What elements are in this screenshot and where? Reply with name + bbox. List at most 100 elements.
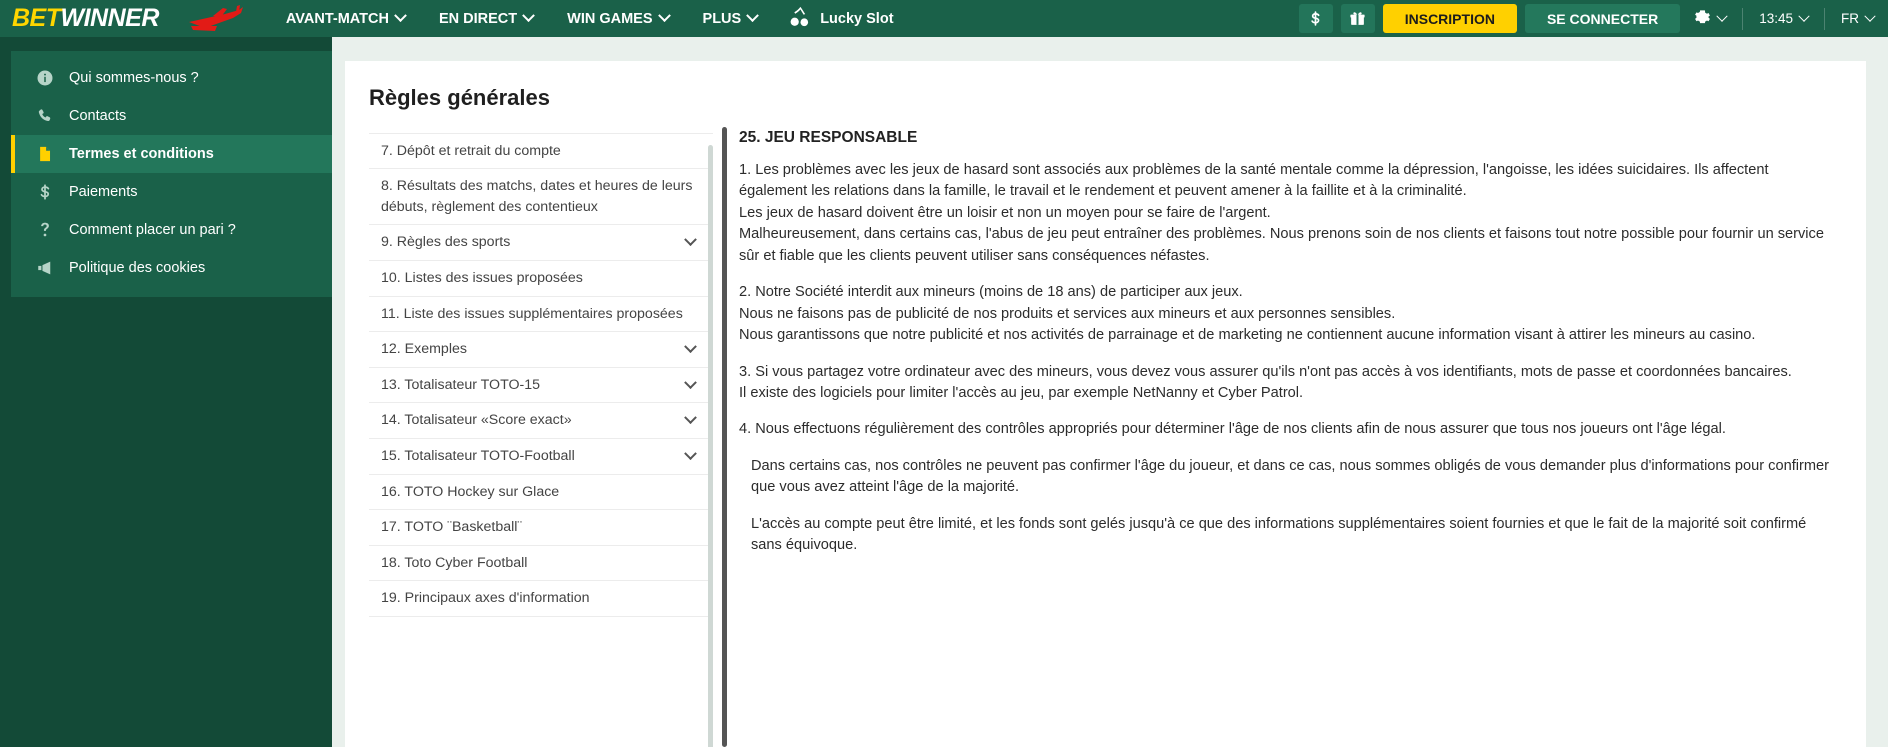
toc-item[interactable]: 16. TOTO Hockey sur Glace xyxy=(369,475,713,511)
toc-item-label: 8. Résultats des matchs, dates et heures… xyxy=(381,178,693,215)
nav-item-avant-match[interactable]: AVANT-MATCH xyxy=(269,0,422,37)
toc-item[interactable]: 14. Totalisateur «Score exact» xyxy=(369,403,713,439)
toc-item-label: 10. Listes des issues proposées xyxy=(381,269,583,286)
chevron-down-icon[interactable] xyxy=(684,340,697,353)
phone-icon xyxy=(35,107,54,126)
page-title: Règles générales xyxy=(369,85,550,110)
sidebar-item-label: Paiements xyxy=(69,184,138,200)
toc-item-label: 16. TOTO Hockey sur Glace xyxy=(381,483,560,500)
document-icon xyxy=(35,145,54,164)
chevron-down-icon xyxy=(746,9,760,23)
sidebar-item-label: Qui sommes-nous ? xyxy=(69,70,199,86)
site-logo[interactable]: BET WINNER xyxy=(0,4,159,33)
current-time: 13:45 xyxy=(1759,11,1793,26)
toc-item-label: 15. Totalisateur TOTO-Football xyxy=(381,447,575,464)
article-heading: 25. JEU RESPONSABLE xyxy=(739,129,918,146)
megaphone-icon xyxy=(35,259,54,278)
nav-item-en-direct[interactable]: EN DIRECT xyxy=(422,0,550,37)
nav-label: AVANT-MATCH xyxy=(285,10,389,27)
topbar-right-controls: INSCRIPTION SE CONNECTER 13:45 FR xyxy=(1298,0,1888,37)
article-content: 25. JEU RESPONSABLE 1. Les problèmes ave… xyxy=(735,123,1866,747)
deposit-button[interactable] xyxy=(1298,4,1333,33)
chevron-down-icon[interactable] xyxy=(684,447,697,460)
sidebar-item-about[interactable]: Qui sommes-nous ? xyxy=(11,59,332,97)
settings-menu[interactable] xyxy=(1680,0,1740,37)
toc-item-label: 17. TOTO ¨Basketball¨ xyxy=(381,519,523,536)
sidebar-item-label: Contacts xyxy=(69,108,127,124)
toc-scrollbar[interactable] xyxy=(708,145,713,747)
nav-label: EN DIRECT xyxy=(438,10,518,27)
article-paragraph: 3. Si vous partagez votre ordinateur ave… xyxy=(739,363,1792,401)
page-body: Qui sommes-nous ? Contacts Termes et con… xyxy=(0,37,1888,747)
sidebar-item-label: Politique des cookies xyxy=(69,260,206,276)
gear-icon xyxy=(1694,9,1711,29)
nav-item-win-games[interactable]: WIN GAMES xyxy=(550,0,685,37)
toc-item-label: 7. Dépôt et retrait du compte xyxy=(381,142,561,159)
nav-item-lucky-slot[interactable]: Lucky Slot xyxy=(774,0,907,37)
toc-item[interactable]: 8. Résultats des matchs, dates et heures… xyxy=(369,169,713,226)
toc-item[interactable]: 9. Règles des sports xyxy=(369,225,713,261)
cherries-icon xyxy=(788,5,811,32)
language-selector[interactable]: FR xyxy=(1827,0,1888,37)
chevron-down-icon xyxy=(522,9,536,23)
card-body: direct) 7. Dépôt et retrait du compte 8.… xyxy=(345,123,1866,747)
chevron-down-icon xyxy=(1864,10,1876,22)
toc-item[interactable]: 18. Toto Cyber Football xyxy=(369,546,713,582)
toc-item[interactable]: 12. Exemples xyxy=(369,332,713,368)
register-button[interactable]: INSCRIPTION xyxy=(1382,4,1517,33)
toc-item-label: 18. Toto Cyber Football xyxy=(381,554,528,571)
divider xyxy=(1742,7,1744,30)
toc-item[interactable]: 11. Liste des issues supplémentaires pro… xyxy=(369,297,713,333)
login-button[interactable]: SE CONNECTER xyxy=(1524,4,1681,33)
article-paragraph: L'accès au compte peut être limité, et l… xyxy=(751,515,1807,554)
toc-item-label: direct) xyxy=(381,123,695,126)
sidebar-item-payments[interactable]: Paiements xyxy=(11,173,332,211)
toc-item[interactable]: 15. Totalisateur TOTO-Football xyxy=(369,439,713,475)
toc-item[interactable]: 7. Dépôt et retrait du compte xyxy=(369,134,713,170)
content-area: Règles générales direct) 7. Dépôt et ret… xyxy=(332,37,1888,747)
logo-text-bet: BET xyxy=(12,4,61,32)
sidebar-item-label: Comment placer un pari ? xyxy=(69,222,236,238)
nav-label: WIN GAMES xyxy=(567,10,653,27)
chevron-down-icon xyxy=(1798,10,1810,22)
toc-item-label: 12. Exemples xyxy=(381,341,467,358)
lucky-slot-label: Lucky Slot xyxy=(820,10,894,27)
chevron-down-icon xyxy=(657,9,671,23)
toc-item[interactable]: 13. Totalisateur TOTO-15 xyxy=(369,368,713,404)
article-scrollbar[interactable] xyxy=(721,127,727,747)
chevron-down-icon xyxy=(394,9,407,23)
bonus-gift-button[interactable] xyxy=(1340,4,1375,33)
article-paragraph: 2. Notre Société interdit aux mineurs (m… xyxy=(739,284,1756,344)
toc-item-label: 14. Totalisateur «Score exact» xyxy=(381,412,572,429)
logo-text-winner: WINNER xyxy=(60,4,160,32)
sidebar-item-label: Termes et conditions xyxy=(69,146,214,162)
sidebar-menu: Qui sommes-nous ? Contacts Termes et con… xyxy=(11,51,332,297)
table-of-contents: direct) 7. Dépôt et retrait du compte 8.… xyxy=(345,123,713,747)
dollar-sign-icon xyxy=(35,183,54,202)
toc-item-label: 19. Principaux axes d'information xyxy=(381,590,590,607)
main-nav: AVANT-MATCH EN DIRECT WIN GAMES PLUS xyxy=(269,0,774,37)
info-circle-icon xyxy=(35,69,54,88)
nav-label: PLUS xyxy=(702,10,742,27)
sidebar-item-contacts[interactable]: Contacts xyxy=(11,97,332,135)
divider xyxy=(1824,7,1825,30)
sidebar-item-cookies-policy[interactable]: Politique des cookies xyxy=(11,249,332,287)
language-label: FR xyxy=(1841,11,1859,26)
article-paragraph: Dans certains cas, nos contrôles ne peuv… xyxy=(751,457,1829,496)
article-scrollbar-column xyxy=(713,123,735,747)
toc-item[interactable]: 10. Listes des issues proposées xyxy=(369,261,713,297)
clock-menu[interactable]: 13:45 xyxy=(1745,0,1822,37)
toc-item[interactable]: direct) xyxy=(369,123,713,134)
chevron-down-icon[interactable] xyxy=(684,375,697,389)
toc-item[interactable]: 19. Principaux axes d'information xyxy=(369,581,713,617)
toc-item-label: 9. Règles des sports xyxy=(381,234,511,251)
toc-list: direct) 7. Dépôt et retrait du compte 8.… xyxy=(369,123,713,617)
toc-item[interactable]: 17. TOTO ¨Basketball¨ xyxy=(369,510,713,546)
chevron-down-icon[interactable] xyxy=(684,233,697,247)
sidebar-item-how-to-bet[interactable]: Comment placer un pari ? xyxy=(11,211,332,249)
chevron-down-icon[interactable] xyxy=(684,411,697,425)
sidebar-container: Qui sommes-nous ? Contacts Termes et con… xyxy=(0,37,332,747)
nav-item-plus[interactable]: PLUS xyxy=(686,0,775,37)
sidebar-item-terms[interactable]: Termes et conditions xyxy=(11,135,332,173)
article-paragraph: 4. Nous effectuons régulièrement des con… xyxy=(739,421,1726,438)
